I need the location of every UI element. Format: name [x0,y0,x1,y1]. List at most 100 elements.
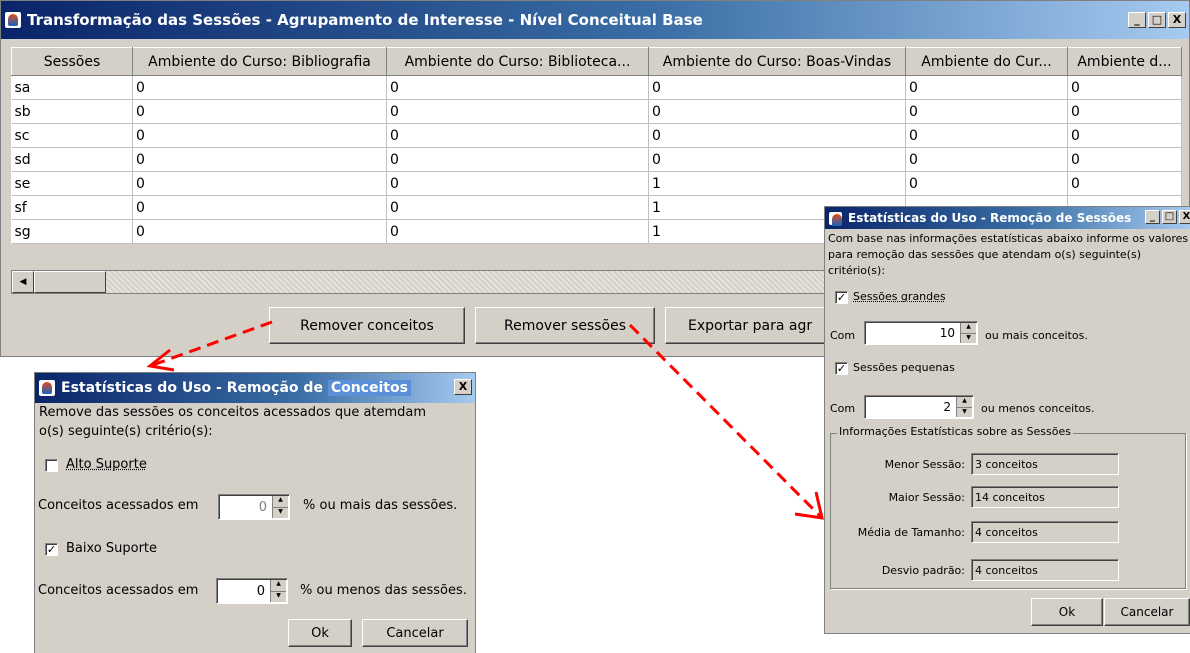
table-cell[interactable]: 0 [386,195,649,220]
table-cell[interactable]: 0 [132,123,387,148]
table-cell[interactable]: 0 [386,99,649,124]
column-header[interactable]: Ambiente do Curso: Boas-Vindas [648,47,906,76]
spinner-up-icon[interactable]: ▲ [957,397,972,408]
table-cell[interactable]: 0 [1067,171,1182,196]
cancel-button[interactable]: Cancelar [1104,598,1190,626]
spinner-arrows[interactable]: ▲ ▼ [270,580,286,602]
spinner-up-icon[interactable]: ▲ [271,580,286,592]
scroll-thumb[interactable] [34,271,106,293]
table-row[interactable]: sc 0 0 0 0 0 [11,123,1182,148]
high-support-label[interactable]: Alto Suporte [66,457,147,472]
table-cell[interactable]: 0 [386,123,649,148]
close-button[interactable]: X [1168,12,1186,28]
table-cell[interactable]: 0 [1067,147,1182,172]
table-cell[interactable]: 0 [132,171,387,196]
table-cell[interactable]: 0 [905,99,1068,124]
table-cell[interactable]: 0 [905,123,1068,148]
close-button[interactable]: X [1179,210,1190,224]
column-header[interactable]: Ambiente do Cur... [905,47,1068,76]
spinner-down-icon[interactable]: ▼ [961,334,976,344]
low-support-suffix: % ou menos das sessões. [300,583,467,598]
ok-button[interactable]: Ok [288,619,352,647]
table-cell[interactable]: 0 [905,75,1068,100]
spinner-arrows[interactable]: ▲ ▼ [956,397,972,417]
concepts-dialog-title-bar[interactable]: Estatísticas do Uso - Remoção de Conceit… [35,373,475,403]
table-cell[interactable]: 0 [386,147,649,172]
sessions-dialog-title-bar[interactable]: Estatísticas do Uso - Remoção de Sessões… [825,207,1190,229]
stat-label-max: Maior Sessão: [888,491,965,504]
table-cell[interactable]: sa [11,75,133,100]
spinner-down-icon[interactable]: ▼ [273,508,288,519]
table-cell[interactable]: 0 [386,171,649,196]
small-sessions-spinner[interactable]: 2 ▲ ▼ [864,395,974,419]
large-sessions-checkbox[interactable]: ✓ [835,291,848,304]
high-support-percent-spinner[interactable]: 0 ▲ ▼ [218,494,290,520]
high-support-prefix: Conceitos acessados em [38,498,199,513]
column-header[interactable]: Ambiente d... [1067,47,1182,76]
table-cell[interactable]: 0 [648,147,906,172]
table-cell[interactable]: se [11,171,133,196]
minimize-button[interactable]: _ [1145,210,1160,224]
table-cell[interactable]: 0 [132,195,387,220]
main-title-bar[interactable]: Transformação das Sessões - Agrupamento … [1,1,1189,39]
spinner-up-icon[interactable]: ▲ [961,323,976,334]
table-cell[interactable]: 0 [1067,75,1182,100]
table-cell[interactable]: 0 [905,171,1068,196]
low-support-label[interactable]: Baixo Suporte [66,541,157,556]
remove-sessions-button[interactable]: Remover sessões [475,307,655,344]
table-cell[interactable]: sd [11,147,133,172]
table-row[interactable]: sb 0 0 0 0 0 [11,99,1182,124]
table-cell[interactable]: sb [11,99,133,124]
spinner-up-icon[interactable]: ▲ [273,496,288,508]
stat-value-min: 3 conceitos [971,453,1119,475]
ok-button[interactable]: Ok [1031,598,1103,626]
table-cell[interactable]: sc [11,123,133,148]
high-support-checkbox[interactable] [45,459,58,472]
remove-concepts-button[interactable]: Remover conceitos [269,307,465,344]
column-header[interactable]: Sessões [11,47,133,76]
column-header[interactable]: Ambiente do Curso: Biblioteca... [386,47,649,76]
sessions-dialog-title: Estatísticas do Uso - Remoção de Sessões [848,211,1132,225]
table-cell[interactable]: 0 [1067,99,1182,124]
sessions-removal-dialog: Estatísticas do Uso - Remoção de Sessões… [824,206,1190,634]
low-support-checkbox[interactable]: ✓ [45,543,58,556]
stat-label-mean: Média de Tamanho: [857,526,965,539]
table-row[interactable]: se 0 0 1 0 0 [11,171,1182,196]
table-cell[interactable]: 0 [132,147,387,172]
small-sessions-label[interactable]: Sessões pequenas [853,361,955,374]
table-cell[interactable]: 0 [905,147,1068,172]
spinner-arrows[interactable]: ▲ ▼ [960,323,976,343]
table-cell[interactable]: 0 [386,75,649,100]
large-sessions-spinner[interactable]: 10 ▲ ▼ [864,321,978,345]
table-cell[interactable]: 0 [648,99,906,124]
large-sessions-label[interactable]: Sessões grandes [853,290,946,303]
spinner-down-icon[interactable]: ▼ [957,408,972,418]
table-cell[interactable]: sf [11,195,133,220]
small-sessions-prefix: Com [830,402,856,415]
table-cell[interactable]: 1 [648,171,906,196]
close-button[interactable]: X [454,379,472,395]
table-cell[interactable]: sg [11,219,133,244]
table-row[interactable]: sd 0 0 0 0 0 [11,147,1182,172]
maximize-button[interactable]: □ [1162,210,1177,224]
spinner-value: 0 [258,499,267,515]
table-cell[interactable]: 0 [1067,123,1182,148]
table-cell[interactable]: 0 [386,219,649,244]
table-row[interactable]: sa 0 0 0 0 0 [11,75,1182,100]
table-cell[interactable]: 0 [648,123,906,148]
small-sessions-checkbox[interactable]: ✓ [835,362,848,375]
table-cell[interactable]: 0 [648,75,906,100]
maximize-button[interactable]: □ [1148,12,1166,28]
spinner-down-icon[interactable]: ▼ [271,592,286,603]
table-cell[interactable]: 0 [132,219,387,244]
spinner-arrows[interactable]: ▲ ▼ [272,496,288,518]
column-header[interactable]: Ambiente do Curso: Bibliografia [132,47,387,76]
main-window-controls: _ □ X [1128,12,1186,28]
scroll-left-button[interactable]: ◀ [12,271,34,293]
stat-value-max: 14 conceitos [971,486,1119,508]
minimize-button[interactable]: _ [1128,12,1146,28]
cancel-button[interactable]: Cancelar [362,619,468,647]
table-cell[interactable]: 0 [132,75,387,100]
low-support-percent-spinner[interactable]: 0 ▲ ▼ [216,578,288,604]
table-cell[interactable]: 0 [132,99,387,124]
